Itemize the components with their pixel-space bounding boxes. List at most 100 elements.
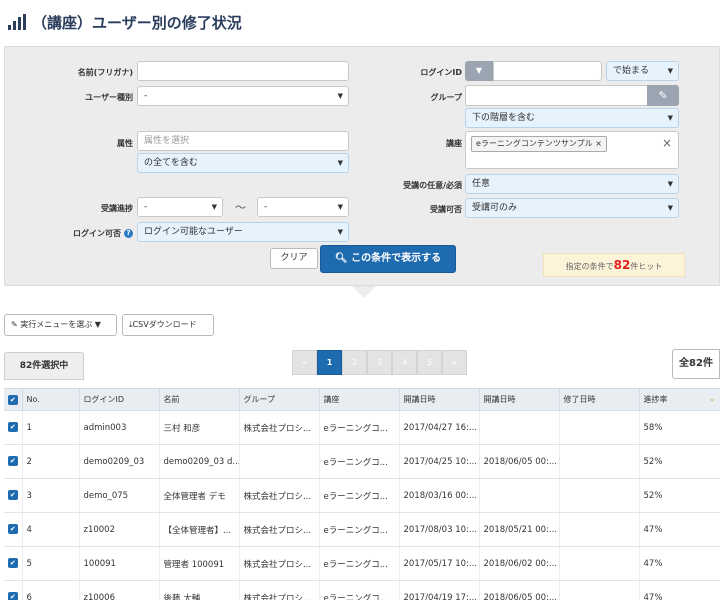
cell-login-id: 100091 <box>78 546 159 581</box>
hit-suffix: 件ヒット <box>630 262 663 271</box>
range-tilde: 〜 <box>235 201 246 214</box>
page-3[interactable]: 3 <box>367 350 392 375</box>
progress-to-select[interactable]: - ▼ <box>257 197 349 217</box>
attribute-scope-value: の全てを含む <box>144 158 198 168</box>
course-label: 講座 <box>446 139 462 148</box>
login-id-input[interactable] <box>493 61 602 81</box>
progress-from-value: - <box>144 202 148 212</box>
table-row[interactable]: ✔ 2 demo0209_03 demo0209_03 d... eラーニングコ... 2… <box>4 444 720 479</box>
col-name[interactable]: 名前 <box>158 388 240 411</box>
chevron-down-icon: ▼ <box>667 114 673 122</box>
progress-from-select[interactable]: - ▼ <box>137 197 223 217</box>
help-icon[interactable]: ? <box>124 229 133 238</box>
chevron-down-icon: ▼ <box>667 180 673 188</box>
page-5[interactable]: 5 <box>417 350 442 375</box>
cell-course: eラーニングコ... <box>318 512 399 547</box>
cell-course: eラーニングコ... <box>318 410 399 445</box>
results-table: ✔ No. ログインID 名前 グループ 講座 開講日時 開講日時 修了日時 進… <box>4 388 720 600</box>
sort-desc-icon[interactable]: ⌄ <box>709 394 716 403</box>
row-checkbox[interactable]: ✔ <box>4 444 22 479</box>
cell-login-id: demo0209_03 <box>78 444 159 479</box>
page-4[interactable]: 4 <box>392 350 417 375</box>
cell-name: 【全体管理者】... <box>158 512 239 547</box>
group-input[interactable] <box>465 85 648 106</box>
clear-icon[interactable]: × <box>662 136 672 150</box>
cell-start-date-2: 2018/05/21 00:... <box>478 512 559 547</box>
attribute-scope-select[interactable]: の全てを含む ▼ <box>137 153 349 173</box>
action-menu-button[interactable]: ✎ 実行メニューを選ぶ ▼ <box>4 314 117 336</box>
cell-group: 株式会社プロシ... <box>238 580 319 600</box>
cell-progress: 47% <box>638 512 720 547</box>
cell-course: eラーニングコ... <box>318 444 399 479</box>
page-2[interactable]: 2 <box>342 350 367 375</box>
cell-no: 2 <box>21 444 79 479</box>
col-course[interactable]: 講座 <box>318 388 400 411</box>
row-checkbox[interactable]: ✔ <box>4 478 22 513</box>
page-1[interactable]: 1 <box>317 350 342 375</box>
login-id-dropdown-button[interactable]: ▼ <box>465 61 493 81</box>
col-complete-date[interactable]: 修了日時 <box>558 388 640 411</box>
chevron-down-icon: ▼ <box>667 204 673 212</box>
col-start-date-2[interactable]: 開講日時 <box>478 388 560 411</box>
progress-label: 受講進捗 <box>101 204 133 213</box>
attribute-label: 属性 <box>117 139 133 148</box>
page-title: （講座）ユーザー別の修了状況 <box>32 14 242 32</box>
chevron-down-icon: ▼ <box>337 203 343 211</box>
row-checkbox[interactable]: ✔ <box>4 512 22 547</box>
chevron-down-icon: ▼ <box>667 67 673 75</box>
col-start-date[interactable]: 開講日時 <box>398 388 480 411</box>
table-row[interactable]: ✔ 3 demo_075 全体管理者 デモ 株式会社プロシ... eラーニングコ... 20… <box>4 478 720 513</box>
login-allowed-text: ログイン可否 <box>73 229 121 238</box>
user-type-label: ユーザー種別 <box>85 93 133 102</box>
col-login-id[interactable]: ログインID <box>78 388 160 411</box>
login-id-match-value: で始まる <box>613 66 650 76</box>
select-all-checkbox[interactable]: ✔ <box>4 388 23 411</box>
table-row[interactable]: ✔ 6 z10006 後藤 大輔 株式会社プロシ... eラーニングコ... 2017/04… <box>4 580 720 600</box>
course-multiselect[interactable]: eラーニングコンテンツサンプル × × <box>465 131 679 169</box>
cell-start-date-2 <box>478 410 559 445</box>
page-prev[interactable]: « <box>292 350 317 375</box>
clear-button[interactable]: クリア <box>270 248 318 269</box>
col-group[interactable]: グループ <box>238 388 320 411</box>
edit-icon: ✎ <box>11 320 18 329</box>
csv-download-button[interactable]: ⤓CSVダウンロード <box>122 314 214 336</box>
course-tag[interactable]: eラーニングコンテンツサンプル × <box>471 136 607 152</box>
cell-progress: 52% <box>638 444 720 479</box>
row-checkbox[interactable]: ✔ <box>4 410 22 445</box>
col-progress[interactable]: 進捗率 ⌄ <box>638 388 720 411</box>
cell-complete-date <box>558 546 639 581</box>
name-input[interactable] <box>137 61 349 81</box>
required-select[interactable]: 任意 ▼ <box>465 174 679 194</box>
cell-start-date-2: 2018/06/02 00:... <box>478 546 559 581</box>
table-row[interactable]: ✔ 1 admin003 三村 和彦 株式会社プロシ... eラーニングコ... 2017/… <box>4 410 720 445</box>
cell-progress: 47% <box>638 546 720 581</box>
user-type-select[interactable]: - ▼ <box>137 86 349 106</box>
cell-login-id: demo_075 <box>78 478 159 513</box>
hit-count: 82 <box>613 258 631 272</box>
total-count: 全82件 <box>672 349 720 379</box>
cell-name: demo0209_03 d... <box>158 444 239 479</box>
cell-name: 三村 和彦 <box>158 410 239 445</box>
group-scope-select[interactable]: 下の階層を含む ▼ <box>465 108 679 128</box>
page-next[interactable]: » <box>442 350 467 375</box>
hit-count-box: 指定の条件で82件ヒット <box>543 253 685 277</box>
table-row[interactable]: ✔ 4 z10002 【全体管理者】... 株式会社プロシ... eラーニングコ... 20… <box>4 512 720 547</box>
table-row[interactable]: ✔ 5 100091 管理者 100091 株式会社プロシ... eラーニングコ... 20… <box>4 546 720 581</box>
search-button[interactable]: 🔍︎ この条件で表示する <box>320 245 456 273</box>
attribute-input[interactable]: 属性を選択 <box>137 131 349 151</box>
edit-icon: ✎ <box>658 89 668 102</box>
group-label: グループ <box>430 93 462 102</box>
login-id-match-select[interactable]: で始まる ▼ <box>606 61 679 81</box>
cell-start-date: 2017/04/19 17:... <box>398 580 479 600</box>
edit-group-button[interactable]: ✎ <box>647 85 679 106</box>
checkbox-checked-icon: ✔ <box>7 524 18 535</box>
row-checkbox[interactable]: ✔ <box>4 580 22 600</box>
enrollable-select[interactable]: 受講可のみ ▼ <box>465 198 679 218</box>
user-type-value: - <box>144 91 148 101</box>
col-no[interactable]: No. <box>21 388 80 411</box>
cell-group: 株式会社プロシ... <box>238 546 319 581</box>
row-checkbox[interactable]: ✔ <box>4 546 22 581</box>
login-allowed-select[interactable]: ログイン可能なユーザー ▼ <box>137 222 349 242</box>
name-label: 名前(フリガナ) <box>77 68 133 77</box>
cell-start-date: 2017/04/27 16:... <box>398 410 479 445</box>
